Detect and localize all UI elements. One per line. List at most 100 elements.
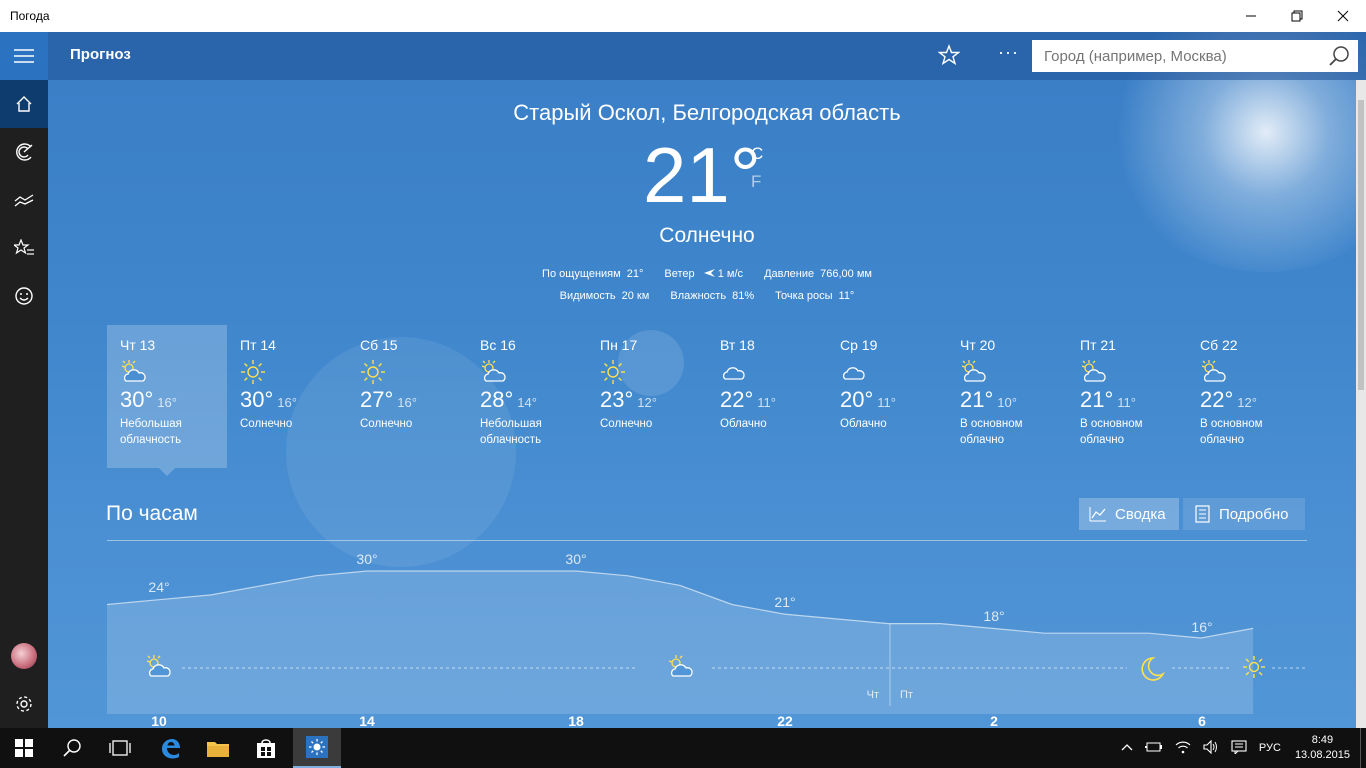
more-options-button[interactable]: ···: [998, 42, 1019, 63]
day-name: Пт 21: [1080, 337, 1116, 353]
temp-label: 18°: [983, 608, 1004, 624]
search-box: [1032, 40, 1358, 72]
day-low: 11°: [757, 395, 776, 410]
detail-view-button[interactable]: Подробно: [1183, 498, 1305, 530]
divider: [107, 540, 1307, 541]
humidity-value: 81%: [732, 290, 755, 302]
restore-button[interactable]: [1274, 0, 1320, 32]
partly-cloudy-icon: [1080, 359, 1187, 385]
day-high: 28°: [480, 387, 514, 412]
network-button[interactable]: [1175, 740, 1191, 757]
taskbar: РУС 8:49 13.08.2015: [0, 728, 1366, 768]
settings-button[interactable]: [0, 680, 48, 728]
day-low: 12°: [1237, 395, 1257, 410]
hour-label: 6: [1198, 713, 1206, 728]
details-row-1: По ощущениям 21° Ветер 1 м/с Давление 766,…: [48, 268, 1366, 280]
chart-line-icon: [14, 194, 34, 207]
day-tile[interactable]: Пн 17 23° 12° Солнечно: [587, 325, 707, 468]
sun-icon: [240, 359, 347, 385]
visibility-label: Видимость: [559, 290, 616, 302]
minimize-button[interactable]: [1228, 0, 1274, 32]
edge-taskbar-button[interactable]: [146, 728, 194, 768]
day-high: 30°: [240, 387, 274, 412]
battery-button[interactable]: [1144, 741, 1163, 756]
star-list-icon: [14, 239, 34, 255]
pressure-value: 766,00 мм: [820, 268, 872, 280]
hourly-temperature-chart: 24° 30° 30° 21° 18° 16° Чт Пт 10 14 18 2…: [107, 551, 1307, 728]
file-explorer-button[interactable]: [194, 728, 242, 768]
day-tile[interactable]: Сб 15 27° 16° Солнечно: [347, 325, 467, 468]
nav-historical-button[interactable]: [0, 176, 48, 224]
input-language[interactable]: РУС: [1259, 742, 1281, 754]
gear-icon: [16, 696, 32, 712]
avatar: [11, 643, 37, 669]
day-high: 22°: [720, 387, 754, 412]
hour-label: 18: [568, 713, 584, 728]
nav-favorites-button[interactable]: [0, 224, 48, 272]
show-hidden-icons-button[interactable]: [1121, 742, 1133, 754]
temp-label: 16°: [1191, 619, 1212, 635]
unit-celsius-button[interactable]: C: [751, 144, 763, 164]
account-button[interactable]: [0, 632, 48, 680]
notifications-button[interactable]: [1231, 739, 1247, 757]
temp-label: 21°: [774, 594, 795, 610]
hour-label: 10: [151, 713, 167, 728]
close-button[interactable]: [1320, 0, 1366, 32]
day-tile[interactable]: Чт 13 30° 16° Небольшая облачность: [107, 325, 227, 476]
summary-view-button[interactable]: Сводка: [1079, 498, 1179, 530]
page-scrollbar[interactable]: [1356, 80, 1366, 728]
nav-maps-button[interactable]: [0, 128, 48, 176]
unit-fahrenheit-button[interactable]: F: [751, 172, 761, 192]
day-low: 11°: [1117, 395, 1136, 410]
day-tile[interactable]: Пт 21 21° 11° В основном облачно: [1067, 325, 1187, 468]
day-high: 27°: [360, 387, 394, 412]
store-button[interactable]: [242, 728, 290, 768]
hourly-section-title: По часам: [106, 502, 198, 525]
city-search-input[interactable]: [1032, 40, 1312, 72]
day-tile[interactable]: Сб 22 22° 12° В основном облачно: [1187, 325, 1307, 468]
day-high: 20°: [840, 387, 874, 412]
clock-date: 13.08.2015: [1294, 749, 1350, 761]
search-icon: [63, 739, 81, 757]
dewpoint-label: Точка росы: [775, 290, 833, 302]
home-icon: [16, 96, 32, 112]
folder-icon: [207, 742, 229, 757]
summary-label: Сводка: [1115, 505, 1166, 523]
clock[interactable]: 8:49 13.08.2015: [1295, 733, 1350, 763]
smiley-icon: [15, 287, 33, 305]
day-high: 21°: [1080, 387, 1114, 412]
nav-news-button[interactable]: [0, 272, 48, 320]
weather-taskbar-button[interactable]: [293, 728, 341, 768]
speaker-icon: [1203, 739, 1217, 754]
volume-button[interactable]: [1203, 739, 1219, 757]
windows-logo-icon: [15, 739, 33, 757]
sun-icon: [360, 359, 467, 385]
search-button[interactable]: [1328, 45, 1350, 72]
partly-cloudy-icon: [1200, 359, 1307, 385]
search-taskbar-button[interactable]: [48, 728, 96, 768]
day-tile[interactable]: Ср 19 20° 11° Облачно: [827, 325, 947, 468]
day-condition: Небольшая облачность: [480, 418, 542, 446]
wind-direction-icon: [703, 269, 715, 277]
hour-label: 22: [777, 713, 793, 728]
day-name: Пт 14: [240, 337, 276, 353]
start-button[interactable]: [0, 728, 48, 768]
day-tile[interactable]: Вс 16 28° 14° Небольшая облачность: [467, 325, 587, 468]
day-condition: Облачно: [840, 418, 887, 430]
window-title: Погода: [10, 9, 50, 23]
show-desktop-button[interactable]: [1360, 728, 1366, 768]
temp-label: 30°: [356, 551, 377, 567]
hamburger-menu-button[interactable]: [0, 32, 48, 80]
add-favorite-button[interactable]: [937, 44, 961, 72]
day-label-thursday: Чт: [867, 689, 879, 701]
partly-cloudy-icon: [960, 359, 1067, 385]
partly-cloudy-icon: [120, 359, 227, 385]
task-view-button[interactable]: [96, 728, 144, 768]
details-row-2: Видимость 20 км Влажность 81% Точка росы 11…: [48, 290, 1366, 302]
day-tile[interactable]: Вт 18 22° 11° Облачно: [707, 325, 827, 468]
app-bar: Прогноз ···: [48, 32, 1366, 80]
day-tile[interactable]: Пт 14 30° 16° Солнечно: [227, 325, 347, 468]
day-tile[interactable]: Чт 20 21° 10° В основном облачно: [947, 325, 1067, 468]
nav-home-button[interactable]: [0, 80, 48, 128]
day-name: Вт 18: [720, 337, 755, 353]
